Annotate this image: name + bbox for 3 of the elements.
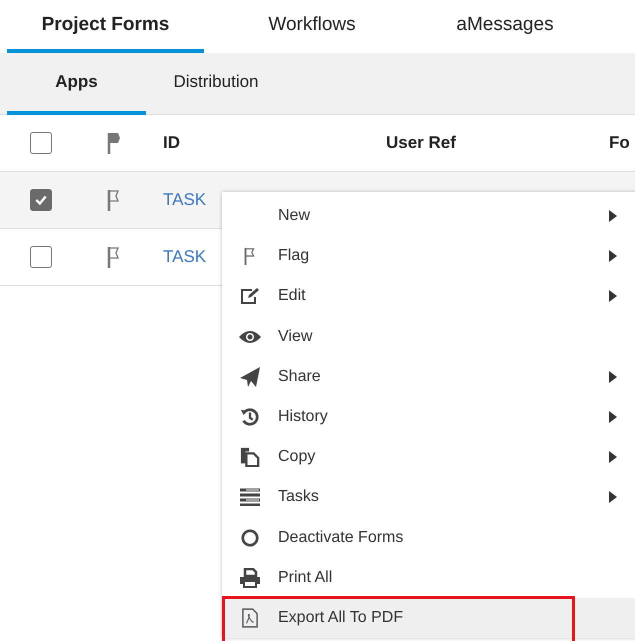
column-header: ID [163, 133, 181, 153]
column-header: User Ref [386, 133, 457, 153]
column-header: Fo [609, 133, 631, 153]
